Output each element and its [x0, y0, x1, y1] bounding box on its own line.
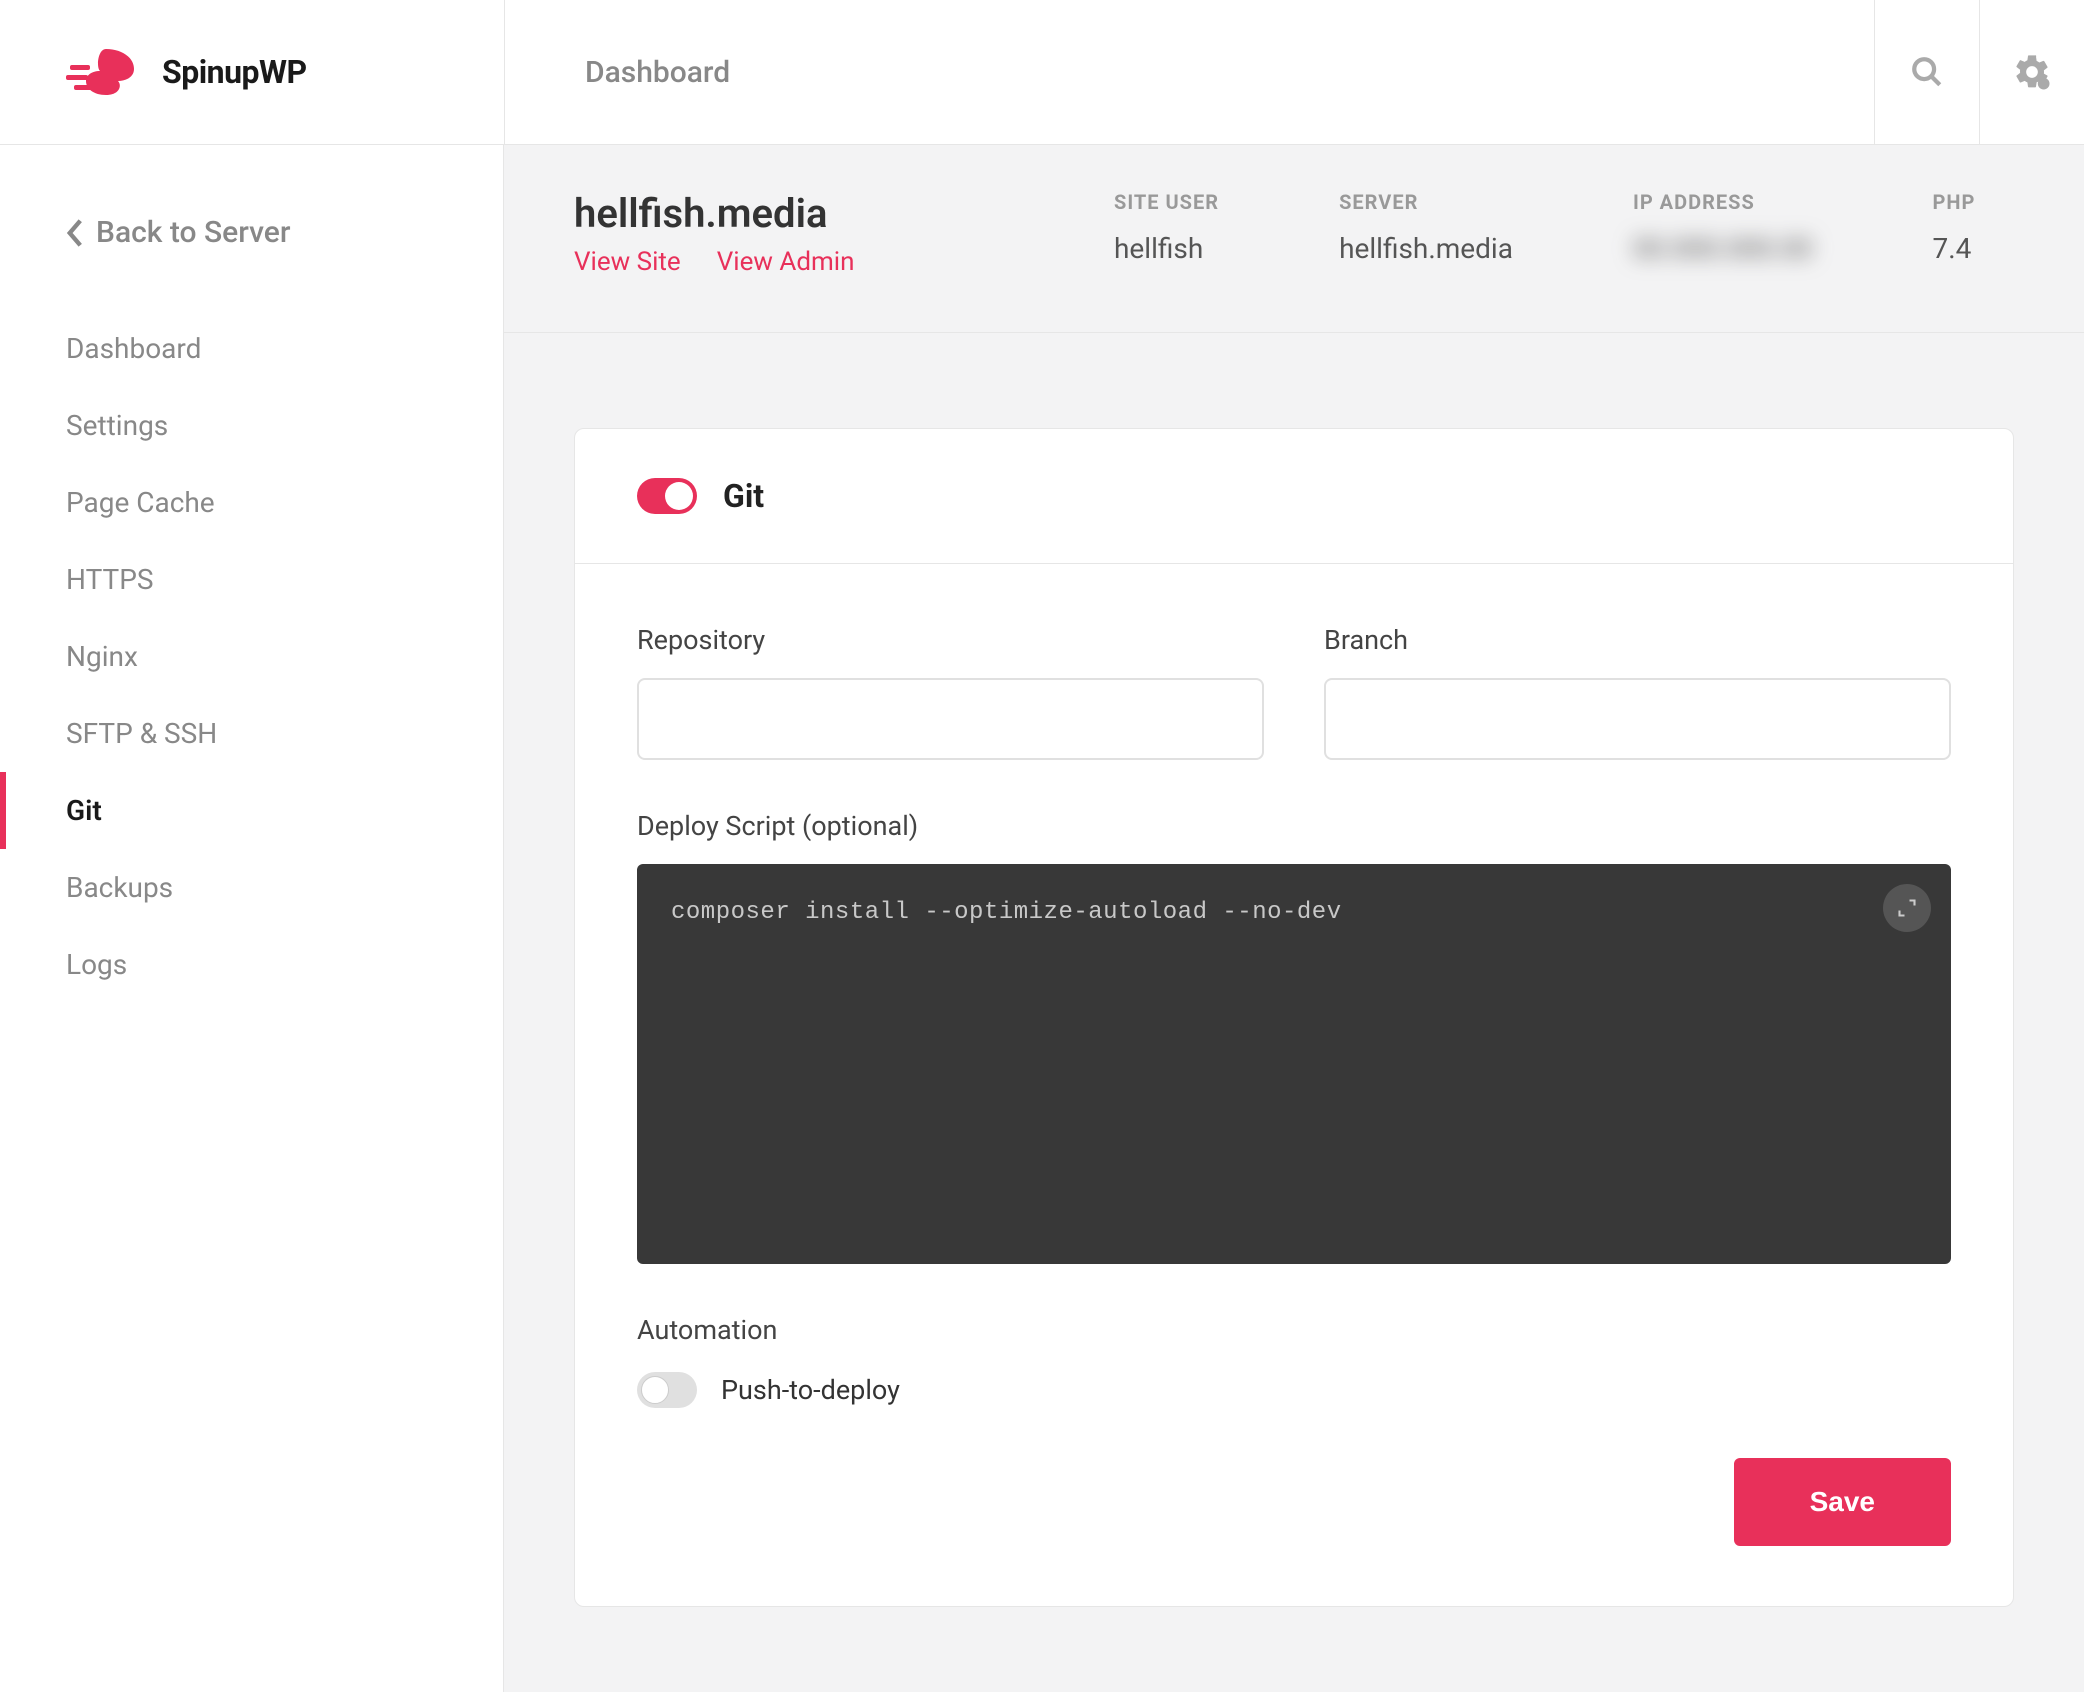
search-button[interactable]	[1874, 0, 1979, 144]
deploy-script-editor[interactable]: composer install --optimize-autoload --n…	[637, 864, 1951, 1264]
deploy-script-group: Deploy Script (optional) composer instal…	[637, 810, 1951, 1264]
meta-label: SITE USER	[1114, 190, 1219, 214]
nav-item-git[interactable]: Git	[0, 772, 503, 849]
card-header: Git	[575, 429, 2013, 564]
meta-php: PHP 7.4	[1932, 190, 1975, 265]
repository-group: Repository	[637, 624, 1264, 760]
git-toggle[interactable]	[637, 478, 697, 514]
meta-label: SERVER	[1339, 190, 1513, 214]
view-site-link[interactable]: View Site	[574, 247, 681, 277]
settings-button[interactable]	[1979, 0, 2084, 144]
nav-list: Dashboard Settings Page Cache HTTPS Ngin…	[0, 310, 503, 1003]
nav-item-page-cache[interactable]: Page Cache	[0, 464, 503, 541]
back-to-server-link[interactable]: Back to Server	[0, 185, 503, 310]
topbar-center: Dashboard	[504, 0, 1874, 144]
layout: Back to Server Dashboard Settings Page C…	[0, 145, 2084, 1692]
meta-ip: IP ADDRESS 00.000.000.00	[1633, 190, 1813, 265]
meta-value: hellfish.media	[1339, 232, 1513, 265]
meta-value: hellfish	[1114, 232, 1219, 265]
main: hellfish.media View Site View Admin SITE…	[504, 145, 2084, 1692]
card-footer: Save	[637, 1458, 1951, 1546]
form-row: Repository Branch	[637, 624, 1951, 760]
meta-label: PHP	[1932, 190, 1975, 214]
meta-value: 7.4	[1932, 232, 1975, 265]
card-title: Git	[723, 477, 764, 515]
meta-value-blurred: 00.000.000.00	[1633, 232, 1813, 265]
nav-item-sftp-ssh[interactable]: SFTP & SSH	[0, 695, 503, 772]
topbar-right	[1874, 0, 2084, 144]
nav-item-backups[interactable]: Backups	[0, 849, 503, 926]
site-meta: SITE USER hellfish SERVER hellfish.media…	[1114, 190, 2014, 265]
topbar: SpinupWP Dashboard	[0, 0, 2084, 145]
push-to-deploy-row: Push-to-deploy	[637, 1372, 1951, 1408]
meta-server: SERVER hellfish.media	[1339, 190, 1513, 265]
logo-text: SpinupWP	[162, 53, 307, 91]
nav-item-dashboard[interactable]: Dashboard	[0, 310, 503, 387]
view-admin-link[interactable]: View Admin	[717, 247, 855, 277]
meta-site-user: SITE USER hellfish	[1114, 190, 1219, 265]
automation-label: Automation	[637, 1314, 1951, 1346]
expand-icon	[1897, 898, 1917, 918]
card-body: Repository Branch Deploy Script (optiona…	[575, 564, 2013, 1606]
nav-item-settings[interactable]: Settings	[0, 387, 503, 464]
search-icon	[1910, 55, 1944, 89]
toggle-knob	[641, 1376, 669, 1404]
topbar-left: SpinupWP	[0, 0, 504, 144]
back-label: Back to Server	[96, 215, 290, 250]
toggle-knob	[665, 482, 693, 510]
deploy-script-label: Deploy Script (optional)	[637, 810, 1951, 842]
push-to-deploy-label: Push-to-deploy	[721, 1374, 900, 1406]
nav-item-logs[interactable]: Logs	[0, 926, 503, 1003]
deploy-script-content: composer install --optimize-autoload --n…	[671, 899, 1342, 926]
site-links: View Site View Admin	[574, 247, 994, 277]
save-button[interactable]: Save	[1734, 1458, 1951, 1546]
branch-input[interactable]	[1324, 678, 1951, 760]
repository-label: Repository	[637, 624, 1264, 656]
nav-item-https[interactable]: HTTPS	[0, 541, 503, 618]
git-card: Git Repository Branch Dep	[574, 428, 2014, 1607]
nav-item-nginx[interactable]: Nginx	[0, 618, 503, 695]
site-header: hellfish.media View Site View Admin SITE…	[504, 145, 2084, 333]
site-title: hellfish.media	[574, 190, 994, 237]
automation-section: Automation Push-to-deploy	[637, 1314, 1951, 1408]
expand-button[interactable]	[1883, 884, 1931, 932]
breadcrumb[interactable]: Dashboard	[585, 55, 730, 90]
chevron-left-icon	[66, 219, 84, 247]
gear-icon	[2012, 52, 2052, 92]
repository-input[interactable]	[637, 678, 1264, 760]
card-wrapper: Git Repository Branch Dep	[504, 333, 2084, 1692]
branch-group: Branch	[1324, 624, 1951, 760]
site-title-block: hellfish.media View Site View Admin	[574, 190, 994, 277]
branch-label: Branch	[1324, 624, 1951, 656]
sidebar: Back to Server Dashboard Settings Page C…	[0, 145, 504, 1692]
meta-label: IP ADDRESS	[1633, 190, 1813, 214]
logo[interactable]: SpinupWP	[66, 47, 307, 97]
logo-mark-icon	[66, 47, 144, 97]
push-to-deploy-toggle[interactable]	[637, 1372, 697, 1408]
